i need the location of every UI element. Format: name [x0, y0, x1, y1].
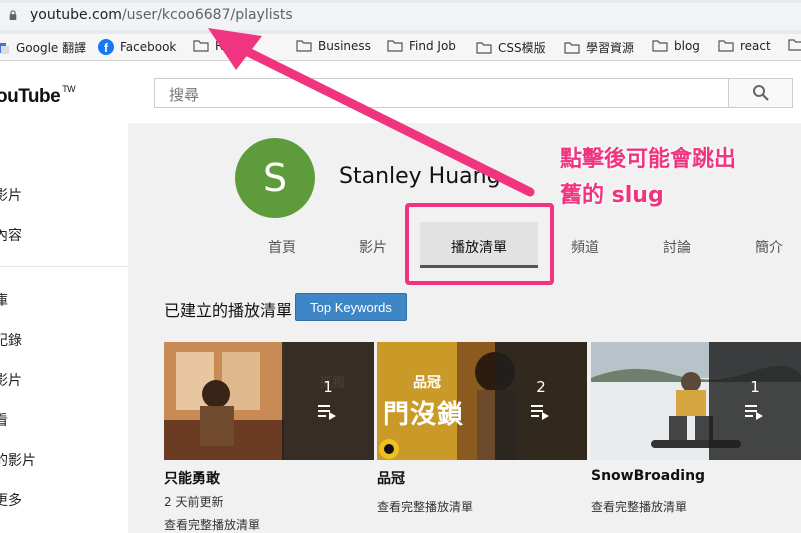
view-full-playlist-link[interactable]: 查看完整播放清單 — [164, 516, 260, 533]
channel-avatar[interactable]: S — [235, 138, 315, 218]
sidebar-item-content[interactable]: 內容 — [0, 225, 22, 245]
playlist-thumbnail[interactable]: 1 — [591, 342, 801, 460]
sidebar-item-history[interactable]: 記錄 — [0, 330, 22, 350]
playlist-count-overlay: 1 — [282, 342, 374, 460]
tab-home[interactable]: 首頁 — [268, 237, 296, 257]
playlist-icon — [318, 405, 336, 420]
sidebar-item-liked-videos[interactable]: 的影片 — [0, 450, 36, 470]
annotation-line-1: 點擊後可能會跳出 — [560, 147, 737, 172]
playlist-count: 2 — [536, 378, 546, 396]
bookmark-label: react — [740, 39, 771, 53]
address-bar-url[interactable]: youtube.com/user/kcoo6687/playlists — [30, 7, 293, 23]
playlist-title[interactable]: SnowBroading — [591, 468, 705, 484]
sidebar-item-videos[interactable]: 影片 — [0, 185, 22, 205]
search-box — [154, 78, 729, 108]
annotation-text: 點擊後可能會跳出 舊的 slug — [560, 142, 790, 214]
bookmark-folder-blog[interactable]: blog — [652, 39, 700, 53]
playlist-count-overlay: 2 — [495, 342, 587, 460]
top-keywords-button[interactable]: Top Keywords — [295, 293, 407, 321]
sidebar-item-watch-later[interactable]: 看 — [0, 410, 8, 430]
playlist-icon — [531, 405, 549, 420]
sidebar-item-show-more[interactable]: 更多 — [0, 490, 22, 510]
youtube-logo[interactable]: ouTube TW — [0, 84, 76, 108]
url-host: youtube.com — [30, 7, 122, 23]
annotation-line-2: 舊的 slug — [560, 183, 664, 208]
playlist-updated: 2 天前更新 — [164, 495, 224, 509]
bookmark-folder-learning[interactable]: 學習資源 — [564, 39, 634, 56]
channel-name: Stanley Huang — [339, 164, 501, 189]
search-button[interactable] — [729, 78, 793, 108]
sidebar: 影片 內容 庫 記錄 影片 看 的影片 更多 — [0, 123, 128, 533]
folder-icon — [564, 41, 580, 54]
avatar-letter: S — [262, 156, 288, 200]
bookmark-label: Rails — [215, 39, 244, 53]
bookmark-label: Find Job — [409, 39, 456, 53]
playlist-title[interactable]: 只能勇敢 — [164, 468, 220, 488]
playlist-icon — [745, 405, 763, 420]
bookmark-folder-find-job[interactable]: Find Job — [387, 39, 456, 53]
folder-icon — [652, 40, 668, 52]
section-title: 已建立的播放清單 — [164, 301, 293, 320]
sidebar-divider — [0, 266, 128, 267]
bookmark-facebook[interactable]: f Facebook — [98, 39, 176, 55]
bookmark-folder-business[interactable]: Business — [296, 39, 371, 53]
bookmark-folder-rails[interactable]: Rails — [193, 39, 243, 53]
sidebar-item-your-videos[interactable]: 影片 — [0, 370, 22, 390]
bookmark-label: 學習資源 — [586, 41, 635, 55]
playlist-thumbnail[interactable]: 品冠 門沒鎖 2 — [377, 342, 587, 460]
tab-videos[interactable]: 影片 — [359, 237, 387, 257]
logo-text: ouTube — [0, 86, 61, 107]
playlist-count-overlay: 1 — [709, 342, 801, 460]
tab-discussion[interactable]: 討論 — [663, 237, 691, 257]
folder-icon — [387, 40, 403, 52]
folder-icon — [788, 39, 801, 51]
thumbnail-title-text: 門沒鎖 — [383, 400, 465, 430]
folder-icon — [718, 40, 734, 52]
bookmark-label: CSS模版 — [498, 41, 546, 55]
logo-region: TW — [62, 84, 76, 94]
bookmark-folder-react[interactable]: react — [718, 39, 771, 53]
thumbnail-caption: 品冠 — [413, 375, 441, 391]
folder-icon — [476, 41, 492, 54]
bookmark-label: Facebook — [120, 40, 177, 54]
playlist-thumbnail[interactable]: 孤獨 1 — [164, 342, 374, 460]
bookmarks-bar: Google 翻譯 f Facebook Rails Business Find… — [0, 34, 801, 61]
playlist-count: 1 — [750, 378, 760, 396]
facebook-icon: f — [98, 39, 114, 55]
playlist-count: 1 — [323, 378, 333, 396]
view-full-playlist-link[interactable]: 查看完整播放清單 — [591, 498, 687, 515]
folder-icon — [296, 40, 312, 52]
tab-about[interactable]: 簡介 — [755, 237, 783, 257]
view-full-playlist-link[interactable]: 查看完整播放清單 — [377, 498, 473, 515]
bookmark-label: Business — [318, 39, 371, 53]
search-input[interactable] — [167, 85, 711, 105]
bookmark-label: blog — [674, 39, 700, 53]
bookmark-label: Google 翻譯 — [16, 41, 87, 55]
lock-icon — [9, 10, 17, 20]
annotation-highlight-box — [405, 203, 554, 285]
search-icon — [752, 85, 769, 101]
folder-icon — [193, 40, 209, 52]
playlist-title[interactable]: 品冠 — [377, 468, 405, 488]
url-path: /user/kcoo6687/playlists — [121, 7, 293, 23]
bookmark-folder-more[interactable] — [788, 39, 801, 51]
bookmark-folder-css[interactable]: CSS模版 — [476, 39, 546, 56]
bookmark-google-translate[interactable]: Google 翻譯 — [0, 39, 86, 56]
google-translate-icon — [0, 42, 9, 54]
tab-channels[interactable]: 頻道 — [571, 237, 599, 257]
sidebar-item-library[interactable]: 庫 — [0, 290, 8, 310]
